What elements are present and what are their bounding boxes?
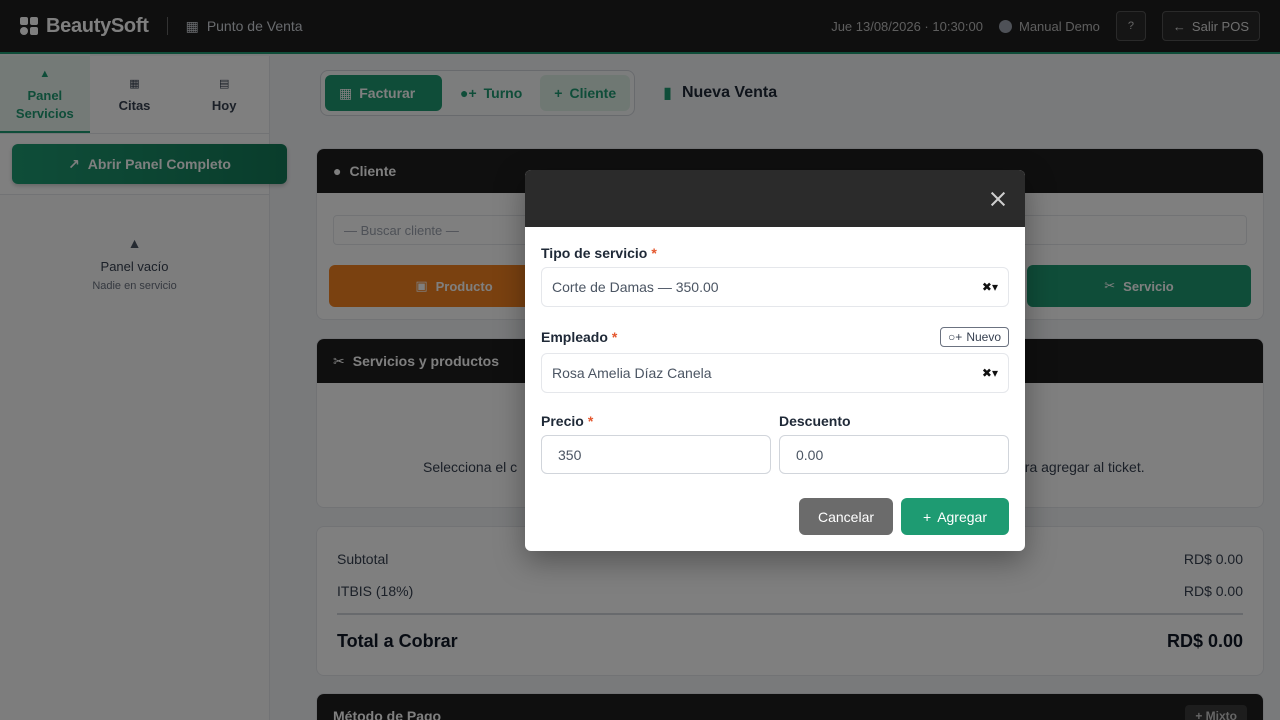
clear-icon[interactable]: ✖▾ — [982, 280, 998, 294]
plus-icon: + — [923, 508, 932, 525]
descuento-label: Descuento — [779, 413, 1009, 429]
descuento-field-group: Descuento 0.00 — [779, 413, 1009, 474]
clear-icon[interactable]: ✖▾ — [982, 366, 998, 380]
modal-header — [525, 170, 1025, 227]
modal-footer: Cancelar + Agregar — [799, 498, 1009, 535]
required-mark: * — [587, 413, 594, 429]
user-plus-icon: ○+ — [948, 330, 963, 344]
empleado-label: Empleado * — [541, 329, 617, 345]
empleado-value: Rosa Amelia Díaz Canela — [552, 365, 712, 381]
precio-label: Precio * — [541, 413, 771, 429]
price-row: Precio * 350 Descuento 0.00 — [541, 413, 1009, 474]
tipo-servicio-select[interactable]: Corte de Damas — 350.00 ✖▾ — [541, 267, 1009, 307]
required-mark: * — [611, 329, 618, 345]
close-icon[interactable] — [985, 186, 1011, 212]
empleado-select[interactable]: Rosa Amelia Díaz Canela ✖▾ — [541, 353, 1009, 393]
tipo-servicio-label-text: Tipo de servicio — [541, 245, 648, 261]
empleado-label-row: Empleado * ○+ Nuevo — [541, 327, 1009, 347]
precio-input[interactable]: 350 — [541, 435, 771, 474]
precio-field-group: Precio * 350 — [541, 413, 771, 474]
new-employee-button[interactable]: ○+ Nuevo — [940, 327, 1009, 347]
descuento-label-text: Descuento — [779, 413, 851, 429]
add-button[interactable]: + Agregar — [901, 498, 1009, 535]
add-label: Agregar — [937, 508, 987, 525]
empleado-label-text: Empleado — [541, 329, 608, 345]
cancel-button[interactable]: Cancelar — [799, 498, 893, 535]
modal-body: Tipo de servicio * Corte de Damas — 350.… — [525, 227, 1025, 474]
required-mark: * — [651, 245, 657, 261]
new-employee-label: Nuevo — [966, 330, 1001, 344]
precio-label-text: Precio — [541, 413, 584, 429]
tipo-servicio-label: Tipo de servicio * — [541, 245, 1009, 261]
add-service-modal: Tipo de servicio * Corte de Damas — 350.… — [525, 170, 1025, 551]
tipo-servicio-value: Corte de Damas — 350.00 — [552, 279, 719, 295]
descuento-input[interactable]: 0.00 — [779, 435, 1009, 474]
